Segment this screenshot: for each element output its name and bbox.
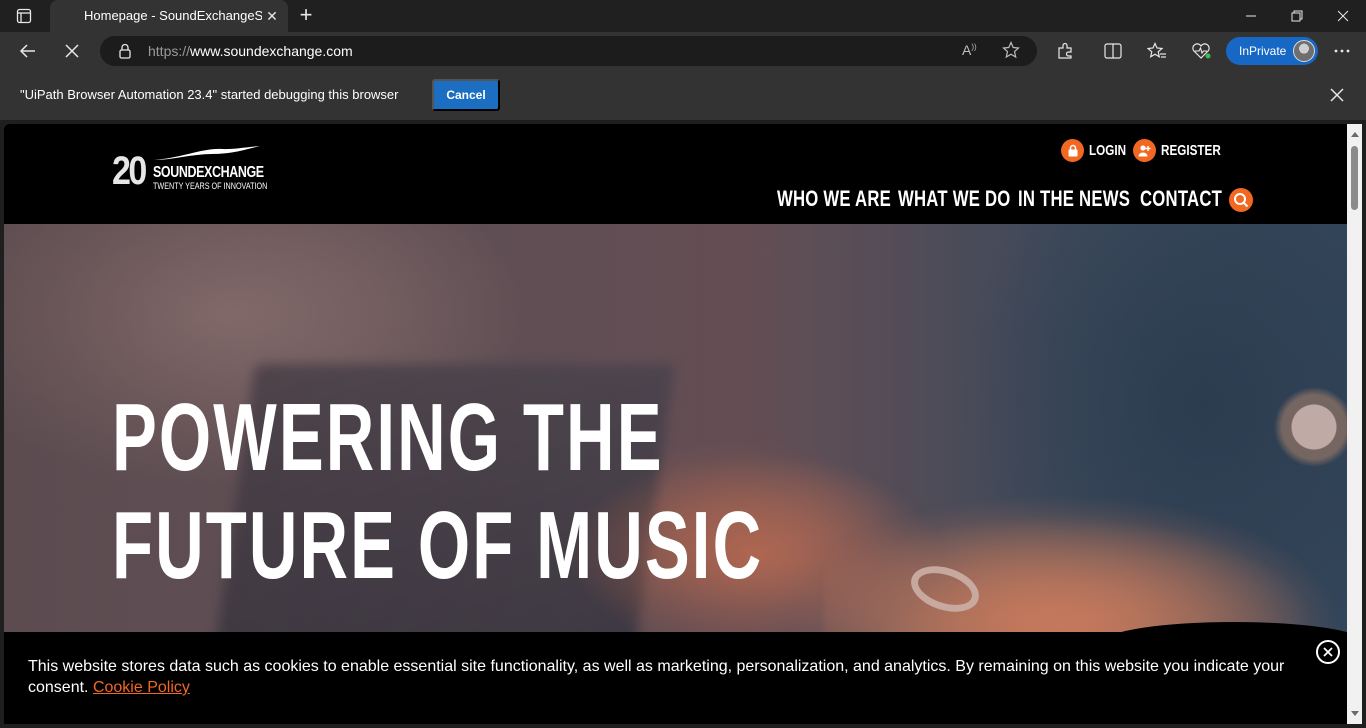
- swoosh-icon: [154, 146, 260, 160]
- lock-icon[interactable]: [118, 43, 132, 64]
- nav-contact[interactable]: CONTACT: [1140, 186, 1222, 212]
- register-link[interactable]: REGISTER: [1133, 138, 1238, 162]
- hero-title: POWERING THE FUTURE OF MUSIC: [112, 384, 763, 600]
- address-bar[interactable]: https://www.soundexchange.com A)): [100, 36, 1037, 66]
- debugging-infobar: "UiPath Browser Automation 23.4" started…: [0, 70, 1366, 120]
- tab-actions-icon[interactable]: [8, 4, 40, 28]
- scroll-up-icon[interactable]: [1351, 132, 1359, 137]
- browser-toolbar: https://www.soundexchange.com A)) InPriv…: [0, 32, 1366, 70]
- split-screen-icon[interactable]: [1097, 35, 1129, 67]
- infobar-close-icon[interactable]: [1325, 83, 1349, 107]
- back-arrow-icon[interactable]: [12, 35, 44, 67]
- infobar-message: "UiPath Browser Automation 23.4" started…: [20, 87, 399, 102]
- inprivate-label: InPrivate: [1239, 44, 1287, 58]
- tab-strip: Homepage - SoundExchangeSoundExchange ✕ …: [0, 0, 1366, 32]
- cancel-debugging-button[interactable]: Cancel: [432, 79, 500, 111]
- logo-name: SOUNDEXCHANGE: [153, 164, 264, 181]
- cookie-text: This website stores data such as cookies…: [28, 658, 1285, 696]
- page-scrollbar[interactable]: [1347, 124, 1362, 724]
- login-label: LOGIN: [1089, 141, 1127, 159]
- extensions-icon[interactable]: [1049, 35, 1081, 67]
- add-user-icon: [1133, 138, 1156, 162]
- register-label: REGISTER: [1161, 141, 1221, 159]
- search-icon[interactable]: [1229, 188, 1253, 212]
- stop-loading-icon[interactable]: [56, 35, 88, 67]
- page-viewport: 20 SOUNDEXCHANGE TWENTY YEARS OF INNOVAT…: [4, 124, 1347, 724]
- cookie-close-icon[interactable]: [1316, 640, 1340, 664]
- hero-title-line1: POWERING THE: [112, 384, 664, 491]
- read-aloud-icon[interactable]: A)): [962, 42, 977, 58]
- profile-avatar: [1293, 40, 1315, 62]
- scrollbar-thumb[interactable]: [1351, 146, 1358, 210]
- new-tab-icon[interactable]: +: [292, 4, 320, 28]
- logo-number: 20: [112, 149, 147, 193]
- favorites-icon[interactable]: [1141, 35, 1173, 67]
- logo-tagline: TWENTY YEARS OF INNOVATION: [153, 181, 268, 191]
- restore-icon[interactable]: [1274, 0, 1320, 32]
- tab-active[interactable]: Homepage - SoundExchangeSoundExchange ✕: [50, 0, 288, 32]
- cookie-message: This website stores data such as cookies…: [28, 656, 1308, 698]
- url-text[interactable]: https://www.soundexchange.com: [148, 43, 353, 59]
- minimize-icon[interactable]: [1228, 0, 1274, 32]
- nav-who-we-are[interactable]: WHO WE ARE: [777, 186, 891, 212]
- site-header: 20 SOUNDEXCHANGE TWENTY YEARS OF INNOVAT…: [4, 124, 1347, 224]
- browser-essentials-icon[interactable]: [1185, 35, 1217, 67]
- tab-title: Homepage - SoundExchangeSoundExchange: [84, 8, 262, 23]
- nav-what-we-do[interactable]: WHAT WE DO: [898, 186, 1010, 212]
- close-window-icon[interactable]: [1320, 0, 1366, 32]
- lock-icon: [1061, 138, 1084, 162]
- hero-title-line2: FUTURE OF MUSIC: [112, 492, 764, 599]
- cookie-banner: This website stores data such as cookies…: [4, 622, 1347, 724]
- inprivate-button[interactable]: InPrivate: [1226, 37, 1318, 65]
- login-link[interactable]: LOGIN: [1061, 138, 1137, 162]
- tab-close-icon[interactable]: ✕: [264, 8, 280, 24]
- nav-in-the-news[interactable]: IN THE NEWS: [1018, 186, 1130, 212]
- cookie-policy-link[interactable]: Cookie Policy: [93, 679, 190, 696]
- more-menu-icon[interactable]: [1326, 35, 1358, 67]
- scroll-down-icon[interactable]: [1351, 711, 1359, 716]
- soundexchange-logo[interactable]: 20 SOUNDEXCHANGE TWENTY YEARS OF INNOVAT…: [112, 146, 272, 194]
- favorite-star-icon[interactable]: [1002, 41, 1020, 64]
